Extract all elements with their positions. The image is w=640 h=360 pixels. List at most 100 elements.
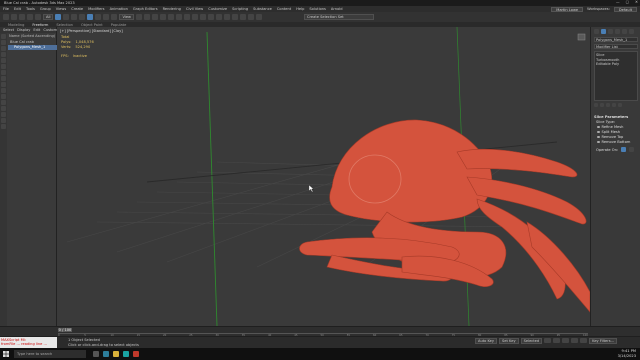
find-icon[interactable]	[1, 124, 6, 129]
system-tray[interactable]: 9:41 PM 3/14/2023	[618, 349, 636, 359]
menu-group[interactable]: Group	[40, 7, 51, 11]
edge-browser-icon[interactable]	[103, 351, 109, 357]
snaps-toggle-icon[interactable]	[144, 14, 150, 20]
menu-modifiers[interactable]: Modifiers	[88, 7, 104, 11]
create-tab-icon[interactable]	[594, 28, 599, 34]
filter-shapes-icon[interactable]	[1, 40, 6, 45]
schematic-view-icon[interactable]	[224, 14, 230, 20]
menu-scripting[interactable]: Scripting	[232, 7, 248, 11]
option-remove-top[interactable]: Remove Top	[594, 135, 638, 139]
menu-content[interactable]: Content	[277, 7, 291, 11]
ribbon-tab-modeling[interactable]: Modeling	[8, 23, 24, 27]
menu-animation[interactable]: Animation	[110, 7, 128, 11]
option-split-mesh[interactable]: Split Mesh	[594, 130, 638, 134]
modifier-list-dropdown[interactable]: Modifier List	[594, 44, 638, 49]
pin-stack-icon[interactable]	[594, 103, 598, 107]
filter-hidden-icon[interactable]	[1, 100, 6, 105]
layer-explorer-icon[interactable]	[200, 14, 206, 20]
window-crossing-icon[interactable]	[79, 14, 86, 20]
option-remove-bottom[interactable]: Remove Bottom	[594, 140, 638, 144]
percent-snap-icon[interactable]	[160, 14, 166, 20]
perspective-viewport[interactable]: [+] [Perspective] [Standard] [Clay] Tota…	[57, 27, 590, 326]
selection-filter-dropdown[interactable]: All	[43, 14, 54, 20]
placement-icon[interactable]	[111, 14, 118, 20]
material-editor-icon[interactable]	[232, 14, 238, 20]
object-name-field[interactable]: Polygons_Mesh_1	[594, 37, 638, 42]
show-end-result-icon[interactable]	[600, 103, 604, 107]
selected-dropdown[interactable]: Selected	[520, 338, 543, 344]
spinner-snap-icon[interactable]	[168, 14, 174, 20]
menu-rendering[interactable]: Rendering	[163, 7, 181, 11]
maximize-button[interactable]: ▢	[626, 0, 629, 4]
go-to-start-icon[interactable]	[544, 338, 552, 343]
go-to-end-icon[interactable]	[580, 338, 588, 343]
scale-icon[interactable]	[103, 14, 110, 20]
viewport-label[interactable]: [+] [Perspective] [Standard] [Clay]	[60, 29, 123, 33]
filter-xrefs-icon[interactable]	[1, 76, 6, 81]
angle-snap-icon[interactable]	[152, 14, 158, 20]
edit-named-selection-icon[interactable]	[176, 14, 182, 20]
crab-model[interactable]	[299, 119, 591, 313]
select-object-icon[interactable]	[55, 14, 62, 20]
ribbon-tab-freeform[interactable]: Freeform	[32, 23, 48, 27]
next-frame-icon[interactable]	[571, 338, 579, 343]
select-by-name-icon[interactable]	[63, 14, 70, 20]
operate-on-faces-icon[interactable]	[621, 147, 627, 152]
option-refine-mesh[interactable]: Refine Mesh	[594, 125, 638, 129]
app-taskbar-icon[interactable]	[133, 351, 139, 357]
menu-arnold[interactable]: Arnold	[331, 7, 343, 11]
menu-civil-view[interactable]: Civil View	[186, 7, 203, 11]
reference-coordinate-dropdown[interactable]: View	[119, 14, 134, 20]
minimize-button[interactable]: —	[616, 0, 620, 4]
hierarchy-tab-icon[interactable]	[608, 28, 613, 34]
undo-icon[interactable]	[3, 14, 9, 20]
bind-space-warp-icon[interactable]	[35, 14, 41, 20]
ribbon-tab-selection[interactable]: Selection	[56, 23, 73, 27]
set-key-button[interactable]: Set Key	[499, 338, 519, 344]
filter-geometry-icon[interactable]	[1, 34, 6, 39]
tree-item-mesh[interactable]: Polygons_Mesh_1	[8, 45, 57, 50]
auto-key-button[interactable]: Auto Key	[475, 338, 498, 344]
operate-on-polygons-icon[interactable]	[629, 147, 635, 152]
filter-all-icon[interactable]	[1, 106, 6, 111]
menu-tools[interactable]: Tools	[26, 7, 35, 11]
filter-none-icon[interactable]	[1, 112, 6, 117]
link-icon[interactable]	[19, 14, 25, 20]
menu-substance[interactable]: Substance	[253, 7, 272, 11]
previous-frame-icon[interactable]	[553, 338, 561, 343]
display-tab-icon[interactable]	[622, 28, 627, 34]
filter-bones-icon[interactable]	[1, 82, 6, 87]
menu-create[interactable]: Create	[71, 7, 83, 11]
filter-containers-icon[interactable]	[1, 88, 6, 93]
menu-views[interactable]: Views	[56, 7, 66, 11]
menu-graph-editors[interactable]: Graph Editors	[133, 7, 158, 11]
ribbon-tab-populate[interactable]: Populate	[111, 23, 127, 27]
filter-invert-icon[interactable]	[1, 118, 6, 123]
rendered-frame-window-icon[interactable]	[248, 14, 254, 20]
render-setup-icon[interactable]	[240, 14, 246, 20]
mirror-icon[interactable]	[184, 14, 190, 20]
close-button[interactable]: ✕	[635, 0, 638, 4]
file-explorer-icon[interactable]	[113, 351, 119, 357]
filter-groups-icon[interactable]	[1, 70, 6, 75]
stack-item-editable-poly[interactable]: Editable Poly	[596, 62, 636, 67]
utilities-tab-icon[interactable]	[629, 28, 634, 34]
rotate-icon[interactable]	[95, 14, 102, 20]
explorer-tab-edit[interactable]: Edit	[33, 28, 40, 32]
explorer-tab-display[interactable]: Display	[17, 28, 30, 32]
3ds-max-taskbar-icon[interactable]	[123, 351, 129, 357]
taskbar-search-box[interactable]: Type here to search	[14, 350, 86, 358]
menu-edit[interactable]: Edit	[14, 7, 21, 11]
ribbon-tab-object-paint[interactable]: Object Paint	[81, 23, 103, 27]
filter-frozen-icon[interactable]	[1, 94, 6, 99]
menu-solutions[interactable]: Solutions	[309, 7, 326, 11]
explorer-tab-select[interactable]: Select	[3, 28, 14, 32]
pivot-center-icon[interactable]	[136, 14, 142, 20]
configure-sets-icon[interactable]	[618, 103, 622, 107]
viewcube-icon[interactable]	[577, 32, 587, 42]
key-filters-button[interactable]: Key Filters...	[589, 338, 618, 344]
rectangular-selection-icon[interactable]	[71, 14, 78, 20]
time-slider[interactable]: 0 / 100	[58, 328, 72, 332]
play-icon[interactable]	[562, 338, 570, 343]
filter-helpers-icon[interactable]	[1, 58, 6, 63]
